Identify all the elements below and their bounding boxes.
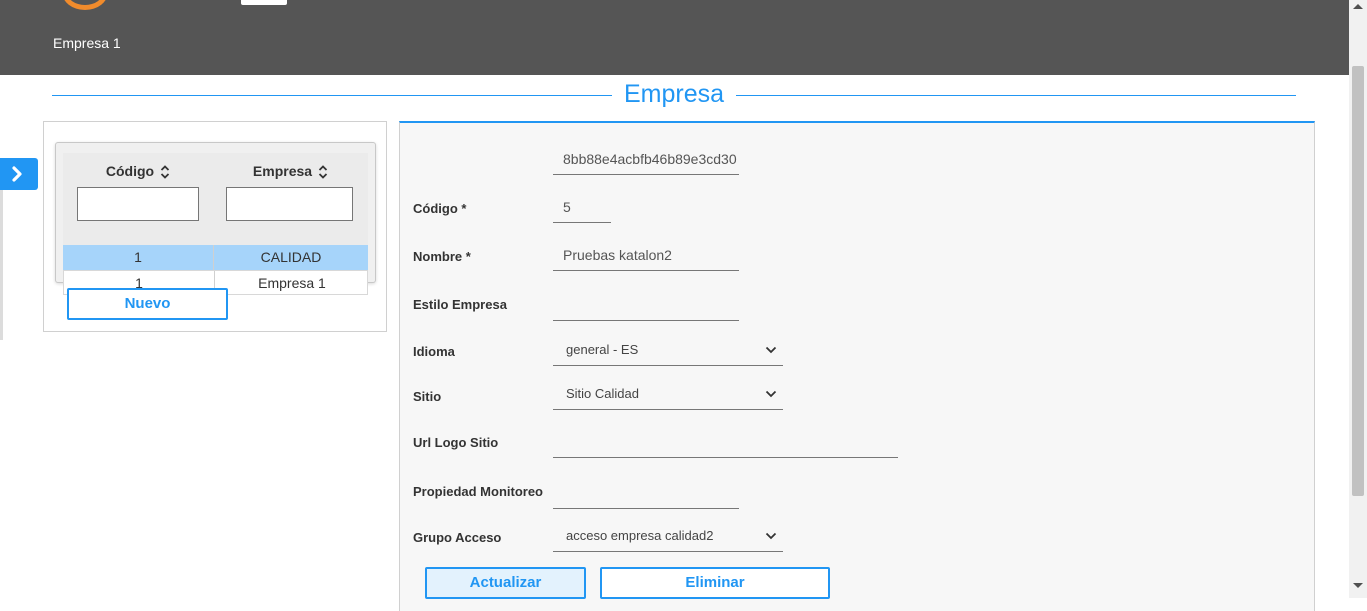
title-divider-right bbox=[736, 95, 1296, 96]
column-header-codigo[interactable]: Código bbox=[63, 153, 213, 245]
grupo-acceso-label: Grupo Acceso bbox=[413, 530, 502, 545]
page-title: Empresa bbox=[623, 80, 725, 108]
scroll-down-icon[interactable] bbox=[1353, 583, 1363, 588]
url-logo-field[interactable] bbox=[553, 430, 898, 458]
codigo-filter-input[interactable] bbox=[77, 187, 199, 221]
chevron-down-icon bbox=[765, 390, 777, 398]
new-button[interactable]: Nuevo bbox=[67, 288, 228, 320]
sitio-label: Sitio bbox=[413, 389, 442, 404]
nombre-field[interactable]: Pruebas katalon2 bbox=[553, 243, 739, 271]
sitio-select[interactable]: Sitio Calidad bbox=[553, 382, 783, 410]
current-company-label[interactable]: Empresa 1 bbox=[53, 35, 121, 51]
sidebar-edge bbox=[0, 190, 3, 340]
empresa-filter-input[interactable] bbox=[226, 187, 353, 221]
delete-button[interactable]: Eliminar bbox=[600, 567, 830, 599]
sort-icon[interactable] bbox=[318, 165, 328, 180]
estilo-empresa-label: Estilo Empresa bbox=[413, 297, 507, 312]
grupo-acceso-select-value: acceso empresa calidad2 bbox=[566, 528, 714, 543]
table-row[interactable]: 1 CALIDAD bbox=[63, 245, 368, 270]
column-header-label: Empresa bbox=[252, 163, 313, 179]
column-header-label: Código bbox=[105, 163, 155, 179]
grupo-acceso-select[interactable]: acceso empresa calidad2 bbox=[553, 524, 783, 552]
chevron-right-icon bbox=[12, 166, 22, 182]
table-cell-codigo: 1 bbox=[134, 249, 142, 265]
column-header-empresa[interactable]: Empresa bbox=[213, 153, 368, 245]
sort-icon[interactable] bbox=[160, 165, 170, 180]
update-button[interactable]: Actualizar bbox=[425, 567, 586, 599]
logo-badge bbox=[241, 0, 287, 5]
idioma-select[interactable]: general - ES bbox=[553, 338, 783, 366]
sidebar-toggle-button[interactable] bbox=[0, 158, 38, 190]
idioma-select-value: general - ES bbox=[566, 342, 639, 357]
scroll-up-icon[interactable] bbox=[1353, 4, 1363, 9]
company-form-panel: 8bb88e4acbfb46b89e3cd30 Código * 5 Nombr… bbox=[399, 121, 1315, 611]
url-logo-label: Url Logo Sitio bbox=[413, 435, 499, 450]
estilo-empresa-field[interactable] bbox=[553, 293, 739, 321]
codigo-label: Código * bbox=[413, 201, 467, 216]
page-scrollbar[interactable] bbox=[1349, 0, 1367, 598]
nombre-label: Nombre * bbox=[413, 249, 471, 264]
top-header: Empresa 1 bbox=[0, 0, 1349, 75]
sitio-select-value: Sitio Calidad bbox=[566, 386, 639, 401]
table-cell-empresa: Empresa 1 bbox=[214, 271, 369, 296]
logo-icon bbox=[62, 0, 108, 10]
propiedad-monitoreo-field[interactable] bbox=[553, 481, 739, 509]
company-table: Código Empresa 1 CALIDAD 1 Empresa 1 bbox=[55, 142, 376, 296]
chevron-down-icon bbox=[765, 346, 777, 354]
propiedad-monitoreo-label: Propiedad Monitoreo bbox=[413, 484, 543, 499]
chevron-down-icon bbox=[765, 532, 777, 540]
company-list-panel: Código Empresa 1 CALIDAD 1 Empresa 1 Nue… bbox=[43, 121, 387, 332]
codigo-field[interactable]: 5 bbox=[553, 195, 611, 223]
table-cell-empresa: CALIDAD bbox=[213, 245, 368, 270]
idioma-label: Idioma bbox=[413, 344, 455, 359]
title-divider-left bbox=[52, 95, 612, 96]
id-field[interactable]: 8bb88e4acbfb46b89e3cd30 bbox=[553, 147, 739, 175]
scroll-thumb[interactable] bbox=[1352, 66, 1364, 496]
